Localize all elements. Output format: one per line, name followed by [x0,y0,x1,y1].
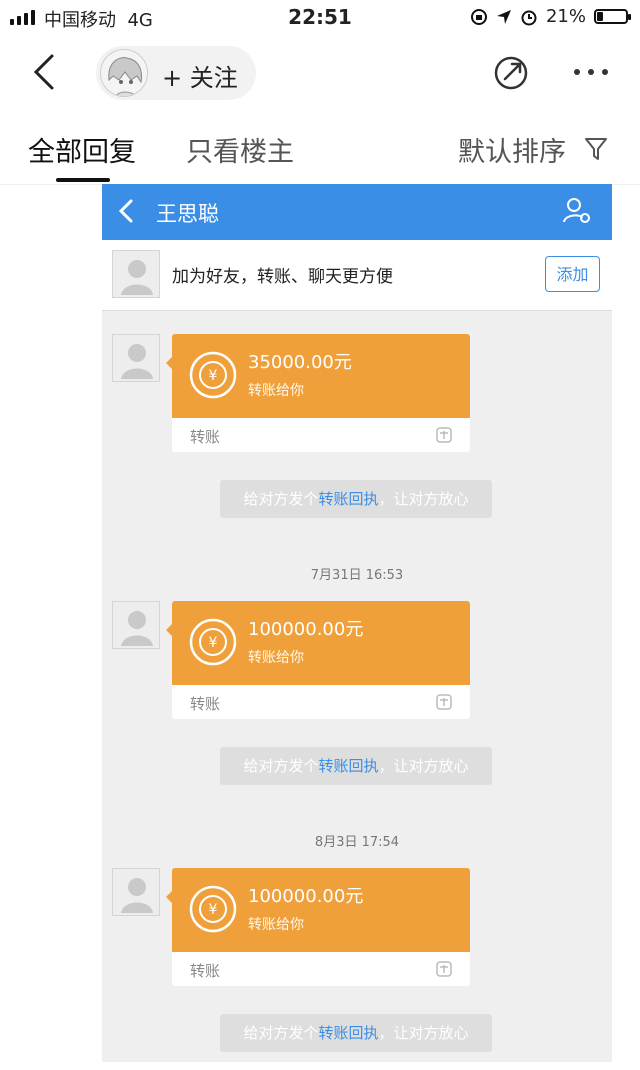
avatar [112,601,160,649]
transfer-bubble[interactable]: ¥ 100000.00元 转账给你 转账 [172,868,470,986]
transfer-message: ¥ 100000.00元 转账给你 转账 给对方发个转账回执，让对方放心 [102,601,612,801]
transfer-message: ¥ 100000.00元 转账给你 转账 给对方发个转账回执，让对方放心 [102,868,612,1062]
contact-settings-icon[interactable] [562,196,592,226]
more-icon[interactable] [572,62,610,82]
receipt-link[interactable]: 转账回执 [318,490,378,508]
top-nav: + 关注 [0,40,640,104]
alipay-logo-icon [436,427,452,443]
back-icon[interactable] [28,52,58,92]
transfer-coin-icon: ¥ [189,885,237,933]
transfer-message: ¥ 35000.00元 转账给你 转账 给对方发个转账回执，让对方放心 [102,334,612,534]
tab-op-only[interactable]: 只看楼主 [186,130,294,169]
transfer-subtitle: 转账给你 [248,650,304,666]
svg-text:¥: ¥ [209,368,218,384]
transfer-bubble[interactable]: ¥ 35000.00元 转账给你 转账 [172,334,470,452]
receipt-link[interactable]: 转账回执 [318,1024,378,1042]
battery-percent: 21% [545,6,586,27]
avatar [112,250,160,298]
add-friend-text: 加为好友，转账、聊天更方便 [172,267,393,287]
filter-icon[interactable] [584,136,608,162]
avatar [112,334,160,382]
embedded-chat-screenshot: 王思聪 加为好友，转账、聊天更方便 添加 ¥ 35000.00元 转账给你 转账… [102,184,612,1062]
chat-contact-name: 王思聪 [156,202,219,226]
follow-label: + 关注 [162,64,238,92]
chat-back-icon[interactable] [116,198,136,224]
message-timestamp: 7月31日 16:53 [310,568,404,583]
alipay-logo-icon [436,694,452,710]
receipt-link[interactable]: 转账回执 [318,757,378,775]
transfer-coin-icon: ¥ [189,351,237,399]
battery-icon [594,9,631,24]
tab-all-replies[interactable]: 全部回复 [28,130,136,169]
chat-header: 王思聪 [102,184,612,240]
receipt-hint: 给对方发个转账回执，让对方放心 [220,480,492,518]
transfer-bubble[interactable]: ¥ 100000.00元 转账给你 转账 [172,601,470,719]
transfer-coin-icon: ¥ [189,618,237,666]
add-friend-banner: 加为好友，转账、聊天更方便 添加 [102,240,612,311]
transfer-footer: 转账 [190,695,221,713]
transfer-amount: 35000.00元 [248,352,352,373]
avatar[interactable] [100,49,148,97]
svg-text:¥: ¥ [209,902,218,918]
receipt-hint: 给对方发个转账回执，让对方放心 [220,1014,492,1052]
transfer-amount: 100000.00元 [248,886,364,907]
follow-button[interactable]: + 关注 [96,46,256,100]
transfer-amount: 100000.00元 [248,619,364,640]
status-bar: 中国移动 4G 22:51 21% [0,0,640,36]
receipt-hint: 给对方发个转账回执，让对方放心 [220,747,492,785]
add-friend-button[interactable]: 添加 [545,256,600,292]
svg-text:¥: ¥ [209,635,218,651]
transfer-footer: 转账 [190,428,221,446]
transfer-subtitle: 转账给你 [248,383,304,399]
rotation-lock-icon [470,8,487,25]
location-icon [496,9,511,24]
alipay-logo-icon [436,961,452,977]
sort-dropdown[interactable]: 默认排序 [458,130,566,169]
transfer-footer: 转账 [190,962,221,980]
reply-tabs: 全部回复 只看楼主 默认排序 [0,118,640,182]
active-tab-indicator [56,178,110,182]
alarm-icon [521,10,537,25]
share-icon[interactable] [492,54,530,92]
avatar [112,868,160,916]
message-timestamp: 8月3日 17:54 [314,835,400,850]
transfer-subtitle: 转账给你 [248,917,304,933]
status-right: 21% [470,6,631,27]
